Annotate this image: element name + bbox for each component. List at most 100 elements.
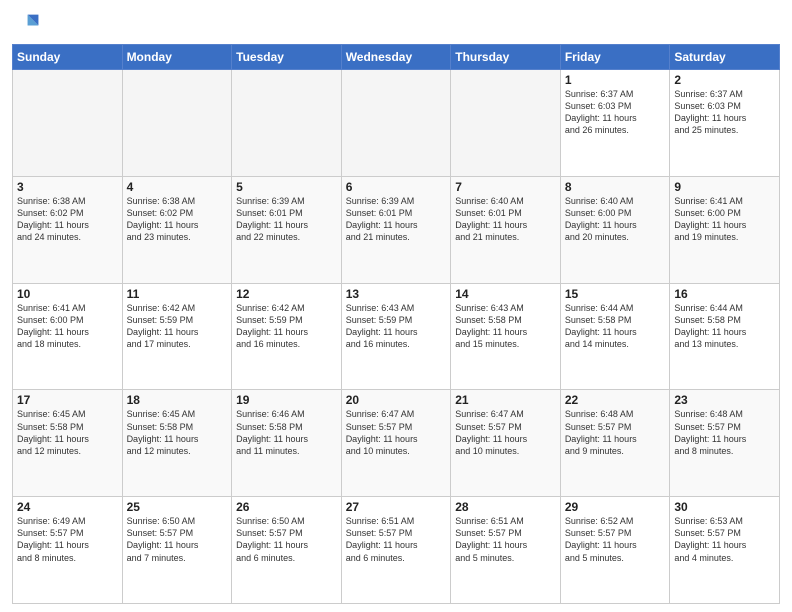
calendar-cell: 3Sunrise: 6:38 AM Sunset: 6:02 PM Daylig… bbox=[13, 176, 123, 283]
logo bbox=[12, 10, 42, 38]
day-info: Sunrise: 6:44 AM Sunset: 5:58 PM Dayligh… bbox=[565, 302, 666, 351]
calendar-cell: 2Sunrise: 6:37 AM Sunset: 6:03 PM Daylig… bbox=[670, 70, 780, 177]
day-info: Sunrise: 6:53 AM Sunset: 5:57 PM Dayligh… bbox=[674, 515, 775, 564]
day-number: 27 bbox=[346, 500, 447, 514]
day-number: 18 bbox=[127, 393, 228, 407]
calendar-cell: 28Sunrise: 6:51 AM Sunset: 5:57 PM Dayli… bbox=[451, 497, 561, 604]
day-info: Sunrise: 6:37 AM Sunset: 6:03 PM Dayligh… bbox=[565, 88, 666, 137]
calendar-cell: 24Sunrise: 6:49 AM Sunset: 5:57 PM Dayli… bbox=[13, 497, 123, 604]
day-info: Sunrise: 6:49 AM Sunset: 5:57 PM Dayligh… bbox=[17, 515, 118, 564]
day-number: 5 bbox=[236, 180, 337, 194]
calendar-cell: 14Sunrise: 6:43 AM Sunset: 5:58 PM Dayli… bbox=[451, 283, 561, 390]
day-info: Sunrise: 6:40 AM Sunset: 6:01 PM Dayligh… bbox=[455, 195, 556, 244]
calendar-cell: 20Sunrise: 6:47 AM Sunset: 5:57 PM Dayli… bbox=[341, 390, 451, 497]
day-number: 23 bbox=[674, 393, 775, 407]
calendar-cell: 10Sunrise: 6:41 AM Sunset: 6:00 PM Dayli… bbox=[13, 283, 123, 390]
calendar-cell bbox=[122, 70, 232, 177]
calendar-cell: 8Sunrise: 6:40 AM Sunset: 6:00 PM Daylig… bbox=[560, 176, 670, 283]
day-number: 1 bbox=[565, 73, 666, 87]
day-info: Sunrise: 6:51 AM Sunset: 5:57 PM Dayligh… bbox=[346, 515, 447, 564]
calendar-week-3: 10Sunrise: 6:41 AM Sunset: 6:00 PM Dayli… bbox=[13, 283, 780, 390]
day-info: Sunrise: 6:41 AM Sunset: 6:00 PM Dayligh… bbox=[17, 302, 118, 351]
day-number: 25 bbox=[127, 500, 228, 514]
calendar-week-5: 24Sunrise: 6:49 AM Sunset: 5:57 PM Dayli… bbox=[13, 497, 780, 604]
day-number: 7 bbox=[455, 180, 556, 194]
weekday-header-sunday: Sunday bbox=[13, 45, 123, 70]
day-info: Sunrise: 6:45 AM Sunset: 5:58 PM Dayligh… bbox=[127, 408, 228, 457]
calendar-week-4: 17Sunrise: 6:45 AM Sunset: 5:58 PM Dayli… bbox=[13, 390, 780, 497]
calendar-cell: 16Sunrise: 6:44 AM Sunset: 5:58 PM Dayli… bbox=[670, 283, 780, 390]
day-number: 12 bbox=[236, 287, 337, 301]
weekday-header-wednesday: Wednesday bbox=[341, 45, 451, 70]
calendar-cell bbox=[13, 70, 123, 177]
calendar-cell bbox=[341, 70, 451, 177]
day-number: 24 bbox=[17, 500, 118, 514]
day-number: 2 bbox=[674, 73, 775, 87]
calendar-cell: 21Sunrise: 6:47 AM Sunset: 5:57 PM Dayli… bbox=[451, 390, 561, 497]
calendar-cell: 11Sunrise: 6:42 AM Sunset: 5:59 PM Dayli… bbox=[122, 283, 232, 390]
day-number: 3 bbox=[17, 180, 118, 194]
calendar-cell: 7Sunrise: 6:40 AM Sunset: 6:01 PM Daylig… bbox=[451, 176, 561, 283]
day-number: 30 bbox=[674, 500, 775, 514]
day-number: 17 bbox=[17, 393, 118, 407]
calendar-cell: 26Sunrise: 6:50 AM Sunset: 5:57 PM Dayli… bbox=[232, 497, 342, 604]
day-info: Sunrise: 6:38 AM Sunset: 6:02 PM Dayligh… bbox=[127, 195, 228, 244]
day-number: 28 bbox=[455, 500, 556, 514]
weekday-header-friday: Friday bbox=[560, 45, 670, 70]
day-number: 4 bbox=[127, 180, 228, 194]
calendar-cell: 4Sunrise: 6:38 AM Sunset: 6:02 PM Daylig… bbox=[122, 176, 232, 283]
day-number: 21 bbox=[455, 393, 556, 407]
calendar-cell: 15Sunrise: 6:44 AM Sunset: 5:58 PM Dayli… bbox=[560, 283, 670, 390]
day-number: 19 bbox=[236, 393, 337, 407]
calendar-cell bbox=[232, 70, 342, 177]
calendar-week-2: 3Sunrise: 6:38 AM Sunset: 6:02 PM Daylig… bbox=[13, 176, 780, 283]
day-info: Sunrise: 6:44 AM Sunset: 5:58 PM Dayligh… bbox=[674, 302, 775, 351]
day-number: 14 bbox=[455, 287, 556, 301]
calendar-cell: 30Sunrise: 6:53 AM Sunset: 5:57 PM Dayli… bbox=[670, 497, 780, 604]
logo-icon bbox=[12, 10, 40, 38]
day-info: Sunrise: 6:52 AM Sunset: 5:57 PM Dayligh… bbox=[565, 515, 666, 564]
day-info: Sunrise: 6:51 AM Sunset: 5:57 PM Dayligh… bbox=[455, 515, 556, 564]
header bbox=[12, 10, 780, 38]
day-number: 20 bbox=[346, 393, 447, 407]
day-info: Sunrise: 6:42 AM Sunset: 5:59 PM Dayligh… bbox=[127, 302, 228, 351]
calendar-cell: 29Sunrise: 6:52 AM Sunset: 5:57 PM Dayli… bbox=[560, 497, 670, 604]
calendar-cell: 6Sunrise: 6:39 AM Sunset: 6:01 PM Daylig… bbox=[341, 176, 451, 283]
day-number: 8 bbox=[565, 180, 666, 194]
day-info: Sunrise: 6:48 AM Sunset: 5:57 PM Dayligh… bbox=[565, 408, 666, 457]
day-info: Sunrise: 6:50 AM Sunset: 5:57 PM Dayligh… bbox=[127, 515, 228, 564]
day-info: Sunrise: 6:40 AM Sunset: 6:00 PM Dayligh… bbox=[565, 195, 666, 244]
weekday-header-thursday: Thursday bbox=[451, 45, 561, 70]
day-number: 26 bbox=[236, 500, 337, 514]
day-info: Sunrise: 6:38 AM Sunset: 6:02 PM Dayligh… bbox=[17, 195, 118, 244]
calendar-cell: 19Sunrise: 6:46 AM Sunset: 5:58 PM Dayli… bbox=[232, 390, 342, 497]
day-number: 6 bbox=[346, 180, 447, 194]
day-info: Sunrise: 6:43 AM Sunset: 5:59 PM Dayligh… bbox=[346, 302, 447, 351]
calendar-cell: 18Sunrise: 6:45 AM Sunset: 5:58 PM Dayli… bbox=[122, 390, 232, 497]
day-info: Sunrise: 6:42 AM Sunset: 5:59 PM Dayligh… bbox=[236, 302, 337, 351]
day-info: Sunrise: 6:43 AM Sunset: 5:58 PM Dayligh… bbox=[455, 302, 556, 351]
day-info: Sunrise: 6:39 AM Sunset: 6:01 PM Dayligh… bbox=[346, 195, 447, 244]
day-info: Sunrise: 6:45 AM Sunset: 5:58 PM Dayligh… bbox=[17, 408, 118, 457]
calendar-cell: 5Sunrise: 6:39 AM Sunset: 6:01 PM Daylig… bbox=[232, 176, 342, 283]
calendar-cell: 22Sunrise: 6:48 AM Sunset: 5:57 PM Dayli… bbox=[560, 390, 670, 497]
calendar-cell: 1Sunrise: 6:37 AM Sunset: 6:03 PM Daylig… bbox=[560, 70, 670, 177]
day-info: Sunrise: 6:47 AM Sunset: 5:57 PM Dayligh… bbox=[346, 408, 447, 457]
calendar-cell: 9Sunrise: 6:41 AM Sunset: 6:00 PM Daylig… bbox=[670, 176, 780, 283]
day-number: 11 bbox=[127, 287, 228, 301]
day-info: Sunrise: 6:46 AM Sunset: 5:58 PM Dayligh… bbox=[236, 408, 337, 457]
weekday-header-saturday: Saturday bbox=[670, 45, 780, 70]
weekday-header-row: SundayMondayTuesdayWednesdayThursdayFrid… bbox=[13, 45, 780, 70]
day-info: Sunrise: 6:48 AM Sunset: 5:57 PM Dayligh… bbox=[674, 408, 775, 457]
day-number: 29 bbox=[565, 500, 666, 514]
calendar-cell: 17Sunrise: 6:45 AM Sunset: 5:58 PM Dayli… bbox=[13, 390, 123, 497]
day-info: Sunrise: 6:41 AM Sunset: 6:00 PM Dayligh… bbox=[674, 195, 775, 244]
day-info: Sunrise: 6:39 AM Sunset: 6:01 PM Dayligh… bbox=[236, 195, 337, 244]
day-number: 15 bbox=[565, 287, 666, 301]
calendar-table: SundayMondayTuesdayWednesdayThursdayFrid… bbox=[12, 44, 780, 604]
day-number: 13 bbox=[346, 287, 447, 301]
day-number: 16 bbox=[674, 287, 775, 301]
calendar-cell bbox=[451, 70, 561, 177]
calendar-cell: 12Sunrise: 6:42 AM Sunset: 5:59 PM Dayli… bbox=[232, 283, 342, 390]
day-number: 10 bbox=[17, 287, 118, 301]
